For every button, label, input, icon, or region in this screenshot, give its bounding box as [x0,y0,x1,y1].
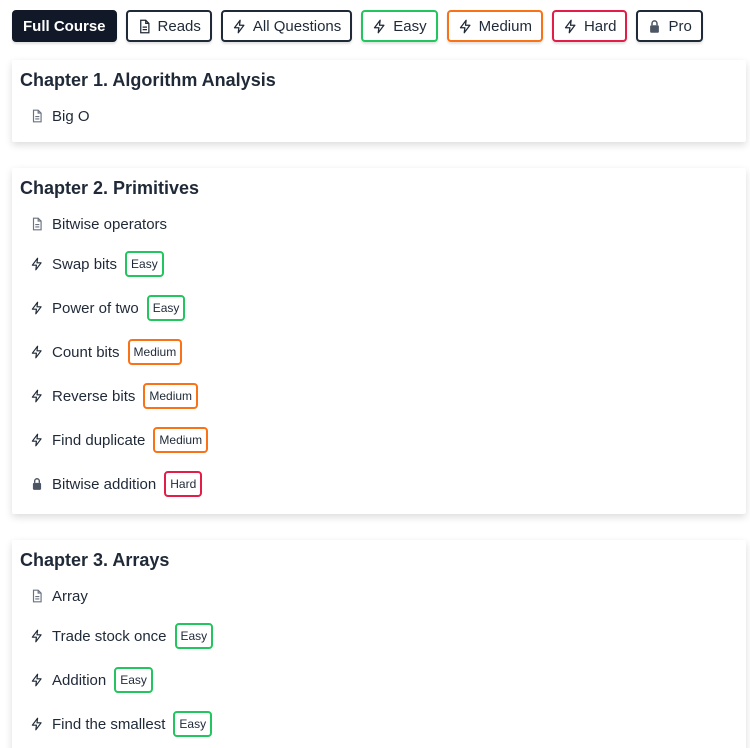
difficulty-badge: Easy [125,251,164,277]
medium-filter-button[interactable]: Medium [446,10,543,42]
reads-filter-button[interactable]: Reads [125,10,212,42]
question-item-power-of-two[interactable]: Power of two Easy [30,293,186,323]
lesson-label: Bitwise operators [52,215,168,233]
full-course-filter-button[interactable]: Full Course [12,10,117,42]
difficulty-badge: Easy [114,667,153,693]
lock-icon [647,19,662,34]
lightning-icon [30,345,44,359]
chapter-title: Chapter 1. Algorithm Analysis [20,70,276,90]
lesson-item-bitwise-operators[interactable]: Bitwise operators [30,209,167,239]
lightning-icon [30,301,44,315]
easy-filter-button[interactable]: Easy [361,10,438,42]
filter-label: Reads [157,17,201,35]
question-label: Count bits [52,343,120,361]
question-label: Reverse bits [52,387,136,405]
chapter-card: Chapter 1. Algorithm Analysis Big O [12,60,746,142]
lesson-item-array[interactable]: Array [30,581,88,611]
all-questions-filter-button[interactable]: All Questions [220,10,353,42]
question-item-swap-bits[interactable]: Swap bits Easy [30,249,164,279]
question-item-bitwise-addition[interactable]: Bitwise addition Hard [30,469,203,499]
filter-label: Hard [583,17,617,35]
lightning-icon [30,257,44,271]
question-item-find-duplicate[interactable]: Find duplicate Medium [30,425,209,455]
lightning-icon [30,717,44,731]
filter-label: Medium [478,17,532,35]
lightning-icon [30,389,44,403]
lightning-icon [563,19,578,34]
filter-bar: Full Course Reads All Questions Easy Med… [12,10,703,43]
filter-label: Full Course [23,17,106,35]
document-icon [30,109,44,123]
chapter-card: Chapter 3. Arrays Array Trade stock once… [12,540,746,748]
lesson-label: Big O [52,107,90,125]
hard-filter-button[interactable]: Hard [551,10,628,42]
difficulty-badge: Medium [127,339,183,365]
lightning-icon [372,19,387,34]
difficulty-badge: Hard [164,471,203,497]
question-item-reverse-bits[interactable]: Reverse bits Medium [30,381,199,411]
chapter-title: Chapter 2. Primitives [20,178,200,198]
question-label: Find duplicate [52,431,146,449]
lightning-icon [458,19,473,34]
filter-label: Pro [668,17,692,35]
difficulty-badge: Easy [174,623,214,649]
question-item-trade-stock-once[interactable]: Trade stock once Easy [30,621,214,651]
question-label: Addition [52,671,107,689]
document-icon [137,19,152,34]
pro-filter-button[interactable]: Pro [636,10,703,42]
difficulty-badge: Easy [173,711,213,737]
question-label: Swap bits [52,255,118,273]
lock-icon [30,477,44,491]
chapter-title: Chapter 3. Arrays [20,550,170,570]
difficulty-badge: Easy [146,295,186,321]
lightning-icon [232,19,247,34]
question-label: Trade stock once [52,627,167,645]
document-icon [30,589,44,603]
question-label: Power of two [52,299,139,317]
filter-label: Easy [393,17,427,35]
filter-label: All Questions [252,17,342,35]
lesson-label: Array [52,587,88,605]
question-label: Find the smallest [52,715,166,733]
document-icon [30,217,44,231]
difficulty-badge: Medium [143,383,199,409]
lightning-icon [30,433,44,447]
question-label: Bitwise addition [52,475,157,493]
lightning-icon [30,673,44,687]
question-item-count-bits[interactable]: Count bits Medium [30,337,183,367]
question-item-find-the-smallest[interactable]: Find the smallest Easy [30,709,213,739]
question-item-addition[interactable]: Addition Easy [30,665,153,695]
lightning-icon [30,629,44,643]
chapter-card: Chapter 2. Primitives Bitwise operators … [12,168,746,514]
lesson-item-big-o[interactable]: Big O [30,101,90,131]
difficulty-badge: Medium [153,427,209,453]
